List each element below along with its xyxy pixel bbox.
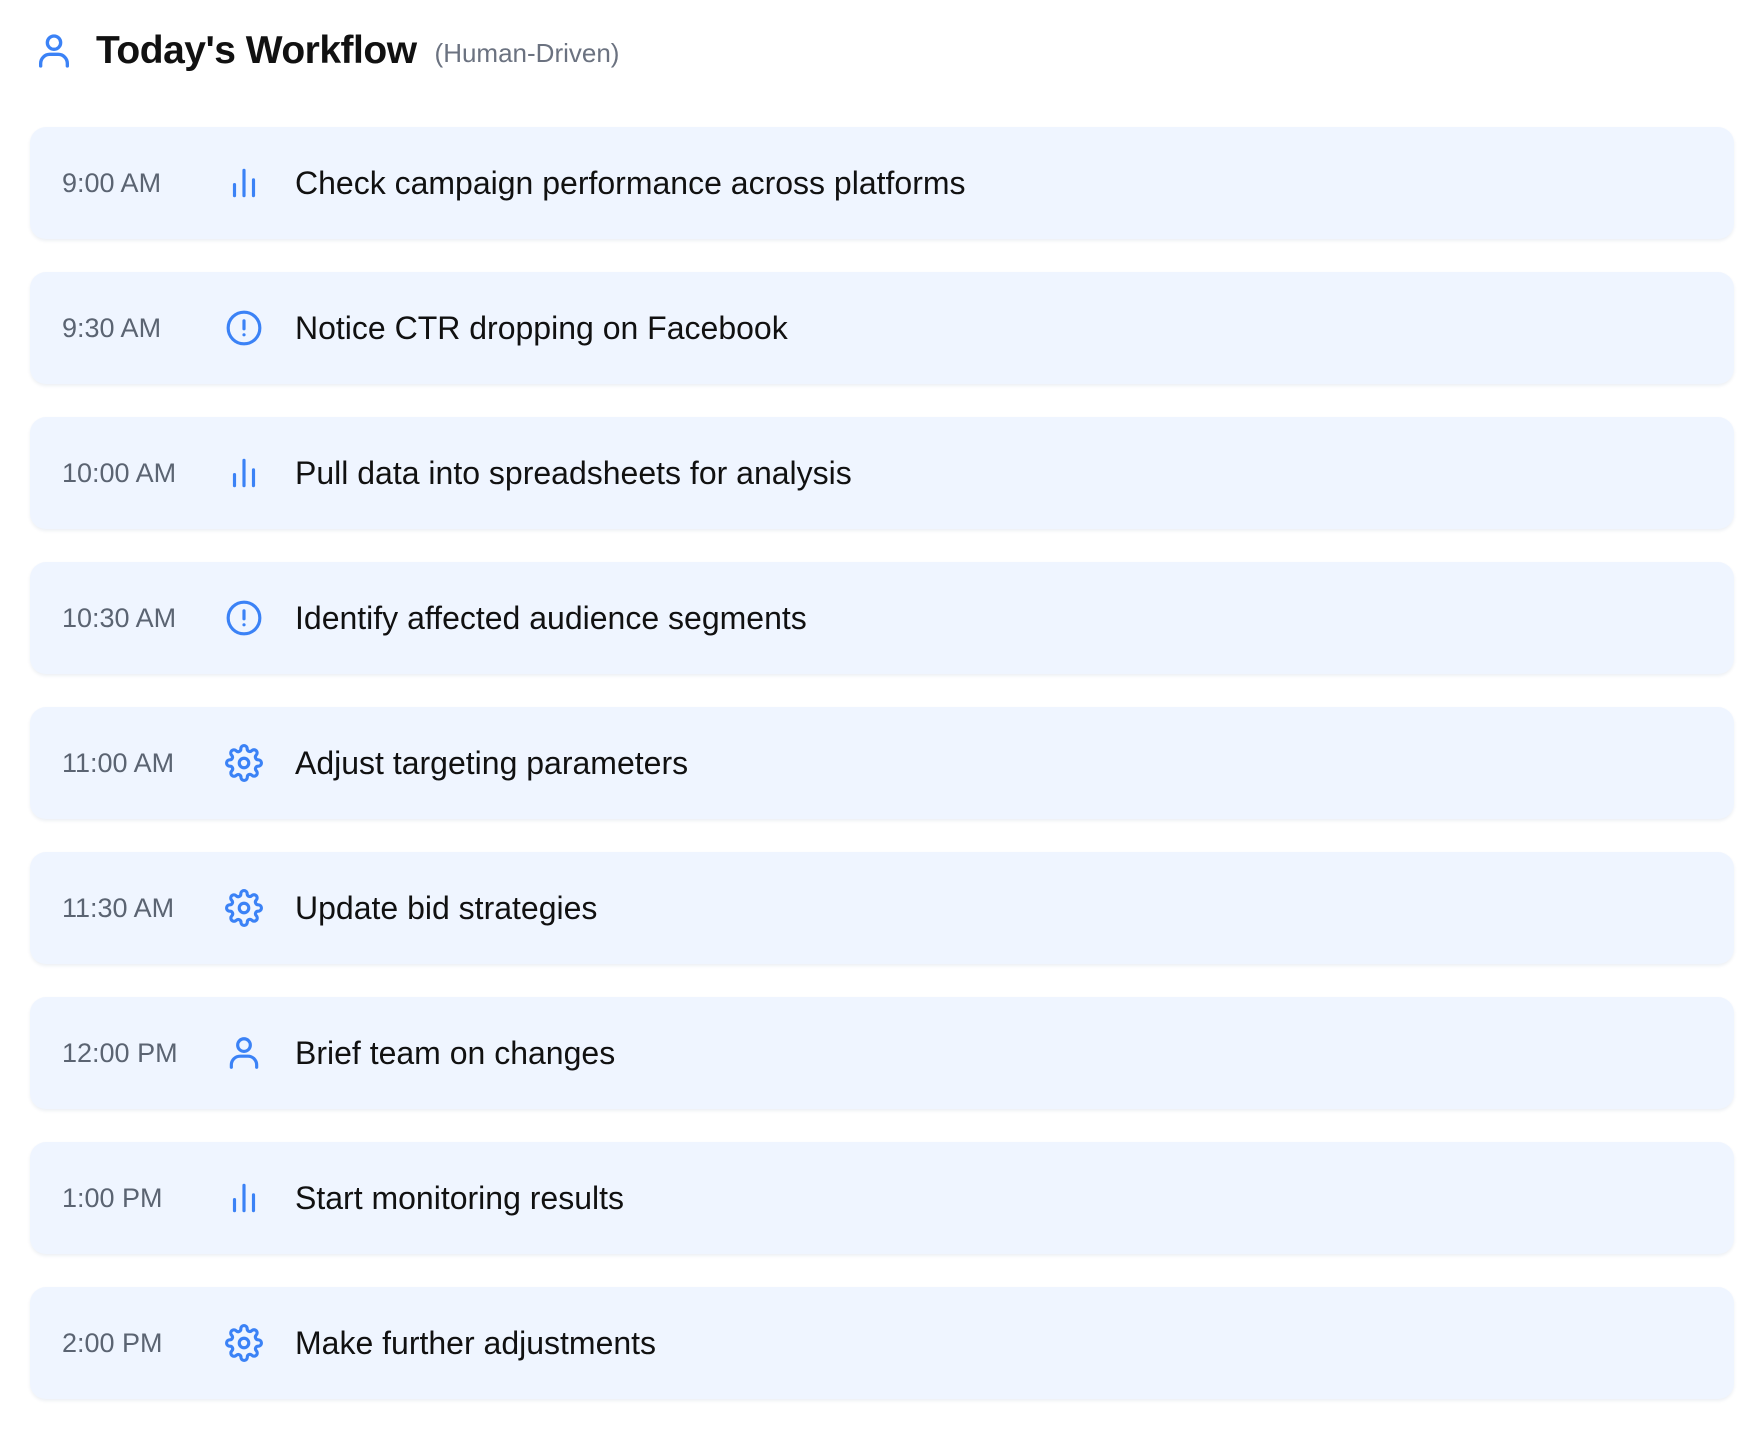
workflow-page: Today's Workflow (Human-Driven) 9:00 AM C… bbox=[0, 0, 1758, 1410]
bar-chart-icon bbox=[222, 451, 266, 495]
task-row[interactable]: 12:00 PM Brief team on changes bbox=[30, 997, 1734, 1109]
alert-circle-icon bbox=[222, 596, 266, 640]
task-time: 10:00 AM bbox=[62, 457, 177, 488]
gear-icon bbox=[222, 886, 266, 930]
bar-chart-icon bbox=[222, 161, 266, 205]
task-description: Update bid strategies bbox=[295, 889, 598, 926]
page-title: Today's Workflow bbox=[96, 29, 417, 72]
gear-icon bbox=[222, 1321, 266, 1365]
task-row[interactable]: 10:00 AM Pull data into spreadsheets for … bbox=[30, 417, 1734, 529]
task-time: 9:30 AM bbox=[62, 312, 162, 343]
task-time: 10:30 AM bbox=[62, 602, 177, 633]
task-time: 9:00 AM bbox=[62, 167, 162, 198]
task-row[interactable]: 11:30 AM Update bid strategies bbox=[30, 852, 1734, 964]
task-time: 12:00 PM bbox=[62, 1037, 178, 1068]
task-row[interactable]: 1:00 PM Start monitoring results bbox=[30, 1142, 1734, 1254]
task-description: Make further adjustments bbox=[295, 1324, 657, 1361]
task-description: Notice CTR dropping on Facebook bbox=[295, 309, 788, 346]
task-row[interactable]: 10:30 AM Identify affected audience segme… bbox=[30, 562, 1734, 674]
task-description: Identify affected audience segments bbox=[295, 599, 807, 636]
gear-icon bbox=[222, 741, 266, 785]
bar-chart-icon bbox=[222, 1176, 266, 1220]
user-icon bbox=[34, 28, 74, 74]
task-time: 1:00 PM bbox=[62, 1182, 163, 1213]
alert-circle-icon bbox=[222, 306, 266, 350]
task-row[interactable]: 11:00 AM Adjust targeting parameters bbox=[30, 707, 1734, 819]
task-row[interactable]: 9:30 AM Notice CTR dropping on Facebook bbox=[30, 272, 1734, 384]
workflow-header: Today's Workflow (Human-Driven) bbox=[34, 26, 619, 76]
task-description: Start monitoring results bbox=[295, 1179, 625, 1216]
page-subtitle: (Human-Driven) bbox=[434, 37, 620, 68]
task-row[interactable]: 2:00 PM Make further adjustments bbox=[30, 1287, 1734, 1399]
user-icon bbox=[222, 1031, 266, 1075]
task-time: 2:00 PM bbox=[62, 1327, 163, 1358]
task-description: Adjust targeting parameters bbox=[295, 744, 689, 781]
task-time: 11:30 AM bbox=[62, 892, 175, 923]
task-description: Brief team on changes bbox=[295, 1034, 616, 1071]
task-description: Check campaign performance across platfo… bbox=[295, 164, 966, 201]
task-time: 11:00 AM bbox=[62, 747, 175, 778]
task-row[interactable]: 9:00 AM Check campaign performance across… bbox=[30, 127, 1734, 239]
task-description: Pull data into spreadsheets for analysis bbox=[295, 454, 852, 491]
task-list: 9:00 AM Check campaign performance across… bbox=[30, 127, 1734, 1432]
